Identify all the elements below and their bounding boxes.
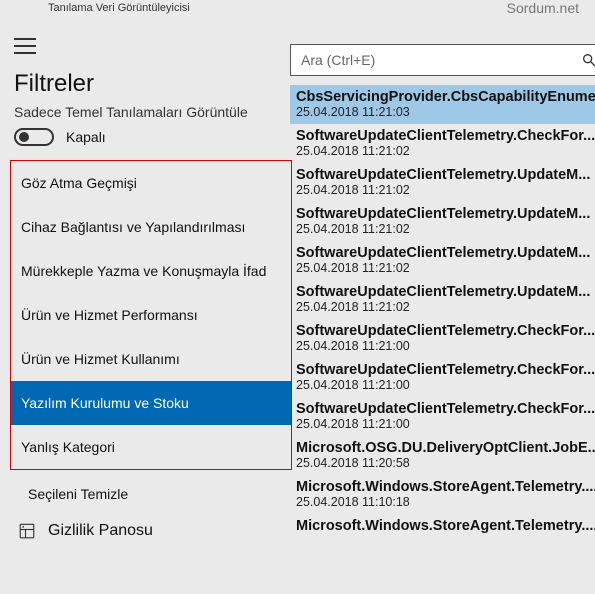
event-time: 25.04.2018 11:21:00 [296, 417, 595, 431]
event-time: 25.04.2018 11:21:00 [296, 339, 595, 353]
event-title: SoftwareUpdateClientTelemetry.CheckFor..… [296, 128, 595, 144]
event-title: Microsoft.Windows.StoreAgent.Telemetry..… [296, 479, 595, 495]
search-input[interactable] [301, 52, 581, 68]
filters-heading: Filtreler [14, 70, 290, 98]
filter-item[interactable]: Yanlış Kategori [11, 425, 291, 469]
event-title: SoftwareUpdateClientTelemetry.UpdateM... [296, 206, 595, 222]
event-item[interactable]: SoftwareUpdateClientTelemetry.CheckFor..… [290, 319, 595, 358]
menu-icon[interactable] [14, 38, 36, 54]
event-item[interactable]: SoftwareUpdateClientTelemetry.UpdateM...… [290, 241, 595, 280]
event-time: 25.04.2018 11:21:00 [296, 378, 595, 392]
filter-item[interactable]: Mürekkeple Yazma ve Konuşmayla İfad [11, 249, 291, 293]
event-time: 25.04.2018 11:21:02 [296, 300, 595, 314]
event-item[interactable]: SoftwareUpdateClientTelemetry.UpdateM...… [290, 202, 595, 241]
event-item[interactable]: Microsoft.OSG.DU.DeliveryOptClient.JobE.… [290, 436, 595, 475]
clear-selection-button[interactable]: Seçileni Temizle [14, 470, 290, 512]
event-item[interactable]: SoftwareUpdateClientTelemetry.UpdateM...… [290, 280, 595, 319]
filter-item[interactable]: Yazılım Kurulumu ve Stoku [11, 381, 291, 425]
event-title: Microsoft.Windows.StoreAgent.Telemetry..… [296, 518, 595, 534]
event-time: 25.04.2018 11:10:18 [296, 495, 595, 509]
title-bar: Tanılama Veri Görüntüleyicisi Sordum.net [0, 0, 595, 20]
event-time: 25.04.2018 11:21:02 [296, 183, 595, 197]
search-icon[interactable] [581, 52, 595, 68]
event-title: SoftwareUpdateClientTelemetry.CheckFor..… [296, 401, 595, 417]
filter-list: Göz Atma GeçmişiCihaz Bağlantısı ve Yapı… [10, 160, 292, 470]
event-item[interactable]: CbsServicingProvider.CbsCapabilityEnume.… [290, 85, 595, 124]
window-title: Tanılama Veri Görüntüleyicisi [48, 2, 190, 14]
event-item[interactable]: SoftwareUpdateClientTelemetry.UpdateM...… [290, 163, 595, 202]
event-title: Microsoft.OSG.DU.DeliveryOptClient.JobE.… [296, 440, 595, 456]
right-pane: CbsServicingProvider.CbsCapabilityEnume.… [290, 20, 595, 593]
event-title: CbsServicingProvider.CbsCapabilityEnume.… [296, 89, 595, 105]
filter-item[interactable]: Cihaz Bağlantısı ve Yapılandırılması [11, 205, 291, 249]
event-title: SoftwareUpdateClientTelemetry.UpdateM... [296, 284, 595, 300]
privacy-dashboard-label: Gizlilik Panosu [48, 522, 153, 540]
event-item[interactable]: SoftwareUpdateClientTelemetry.CheckFor..… [290, 397, 595, 436]
filter-item[interactable]: Ürün ve Hizmet Kullanımı [11, 337, 291, 381]
event-title: SoftwareUpdateClientTelemetry.CheckFor..… [296, 362, 595, 378]
dashboard-icon [18, 522, 36, 540]
event-item[interactable]: Microsoft.Windows.StoreAgent.Telemetry..… [290, 514, 595, 539]
event-time: 25.04.2018 11:21:02 [296, 261, 595, 275]
event-time: 25.04.2018 11:21:02 [296, 144, 595, 158]
event-time: 25.04.2018 11:20:58 [296, 456, 595, 470]
filters-subtitle: Sadece Temel Tanılamaları Görüntüle [14, 104, 290, 120]
event-item[interactable]: SoftwareUpdateClientTelemetry.CheckFor..… [290, 358, 595, 397]
event-title: SoftwareUpdateClientTelemetry.UpdateM... [296, 245, 595, 261]
search-box[interactable] [290, 44, 595, 76]
event-list: CbsServicingProvider.CbsCapabilityEnume.… [290, 84, 595, 594]
toggle-state-label: Kapalı [66, 129, 106, 145]
brand-watermark: Sordum.net [507, 0, 579, 16]
filter-item[interactable]: Ürün ve Hizmet Performansı [11, 293, 291, 337]
privacy-dashboard-button[interactable]: Gizlilik Panosu [14, 512, 290, 540]
left-pane: Filtreler Sadece Temel Tanılamaları Görü… [0, 20, 290, 593]
filter-item[interactable]: Göz Atma Geçmişi [11, 161, 291, 205]
event-item[interactable]: Microsoft.Windows.StoreAgent.Telemetry..… [290, 475, 595, 514]
event-time: 25.04.2018 11:21:02 [296, 222, 595, 236]
event-title: SoftwareUpdateClientTelemetry.UpdateM... [296, 167, 595, 183]
event-title: SoftwareUpdateClientTelemetry.CheckFor..… [296, 323, 595, 339]
event-time: 25.04.2018 11:21:03 [296, 105, 595, 119]
basic-only-toggle[interactable] [14, 128, 54, 146]
event-item[interactable]: SoftwareUpdateClientTelemetry.CheckFor..… [290, 124, 595, 163]
